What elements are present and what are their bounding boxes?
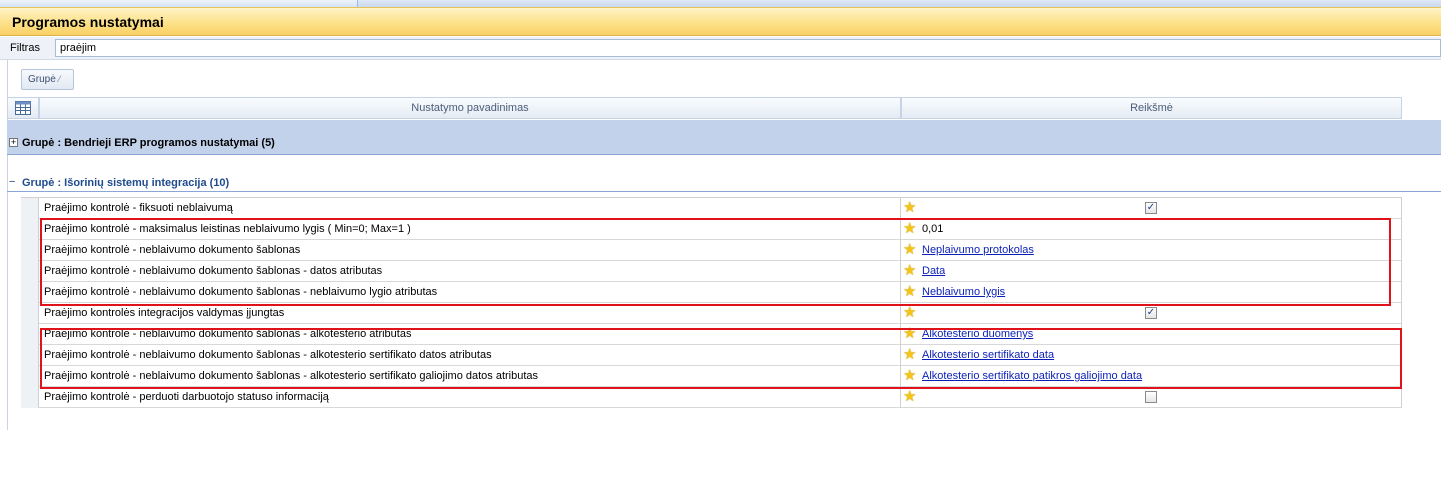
sort-icon: ⁄ <box>58 74 61 84</box>
setting-value-cell[interactable]: ★ ✓ <box>901 303 1402 324</box>
star-icon[interactable]: ★ <box>903 389 916 405</box>
row-indicator[interactable] <box>21 261 39 282</box>
group-by-button[interactable]: Grupė ⁄ <box>21 69 74 90</box>
title-bar: Programos nustatymai <box>0 7 1441 36</box>
setting-name-cell[interactable]: Praėjimo kontrolės integracijos valdymas… <box>39 303 901 324</box>
column-chooser-icon <box>15 101 31 115</box>
row-indicator[interactable] <box>21 387 39 408</box>
value-checkbox[interactable]: ✓ <box>1145 202 1157 214</box>
row-indicator[interactable] <box>21 324 39 345</box>
row-indicator[interactable] <box>21 366 39 387</box>
row-indicator[interactable] <box>21 240 39 261</box>
table-row[interactable]: Praėjimo kontrolė - perduoti darbuotojo … <box>21 387 1402 408</box>
active-tab[interactable] <box>0 0 358 7</box>
row-indicator[interactable] <box>21 282 39 303</box>
column-header-name[interactable]: Nustatymo pavadinimas <box>39 97 901 119</box>
window-title: Programos nustatymai <box>12 14 164 30</box>
row-indicator[interactable] <box>21 303 39 324</box>
value-checkbox[interactable] <box>1145 391 1157 403</box>
setting-name-cell[interactable]: Praėjimo kontrolė - fiksuoti neblaivumą <box>39 198 901 219</box>
row-indicator[interactable] <box>21 198 39 219</box>
group-row-external-integration[interactable]: − Grupė : Išorinių sistemų integracija (… <box>7 170 1441 192</box>
top-tab-strip <box>0 0 1441 7</box>
setting-value-cell[interactable]: ★ <box>901 387 1402 408</box>
group-row-general[interactable]: + Grupė : Bendrieji ERP programos nustat… <box>7 120 1441 155</box>
setting-name-cell[interactable]: Praėjimo kontrolė - perduoti darbuotojo … <box>39 387 901 408</box>
highlight-box-2 <box>40 328 1402 389</box>
star-icon[interactable]: ★ <box>903 305 916 321</box>
filter-label: Filtras <box>10 42 40 54</box>
group-label: Grupė : Išorinių sistemų integracija (10… <box>22 177 230 189</box>
row-indicator[interactable] <box>21 345 39 366</box>
column-chooser-button[interactable] <box>7 97 39 119</box>
value-checkbox[interactable]: ✓ <box>1145 307 1157 319</box>
table-row[interactable]: Praėjimo kontrolė - fiksuoti neblaivumą ★… <box>21 198 1402 219</box>
filter-row: Filtras <box>0 37 1441 60</box>
expand-icon[interactable]: + <box>9 138 18 147</box>
star-icon[interactable]: ★ <box>903 200 916 216</box>
table-row[interactable]: Praėjimo kontrolės integracijos valdymas… <box>21 303 1402 324</box>
setting-value-cell[interactable]: ★ ✓ <box>901 198 1402 219</box>
settings-window: Programos nustatymai Filtras Grupė⁄ Nust… <box>0 0 1441 495</box>
column-header-value[interactable]: Reikšmė <box>901 97 1402 119</box>
group-by-label: Grupė <box>28 74 56 85</box>
highlight-box-1 <box>40 218 1391 306</box>
filter-input[interactable] <box>55 39 1441 57</box>
group-label: Grupė : Bendrieji ERP programos nustatym… <box>22 137 275 149</box>
row-indicator[interactable] <box>21 219 39 240</box>
collapse-icon[interactable]: − <box>9 177 15 188</box>
